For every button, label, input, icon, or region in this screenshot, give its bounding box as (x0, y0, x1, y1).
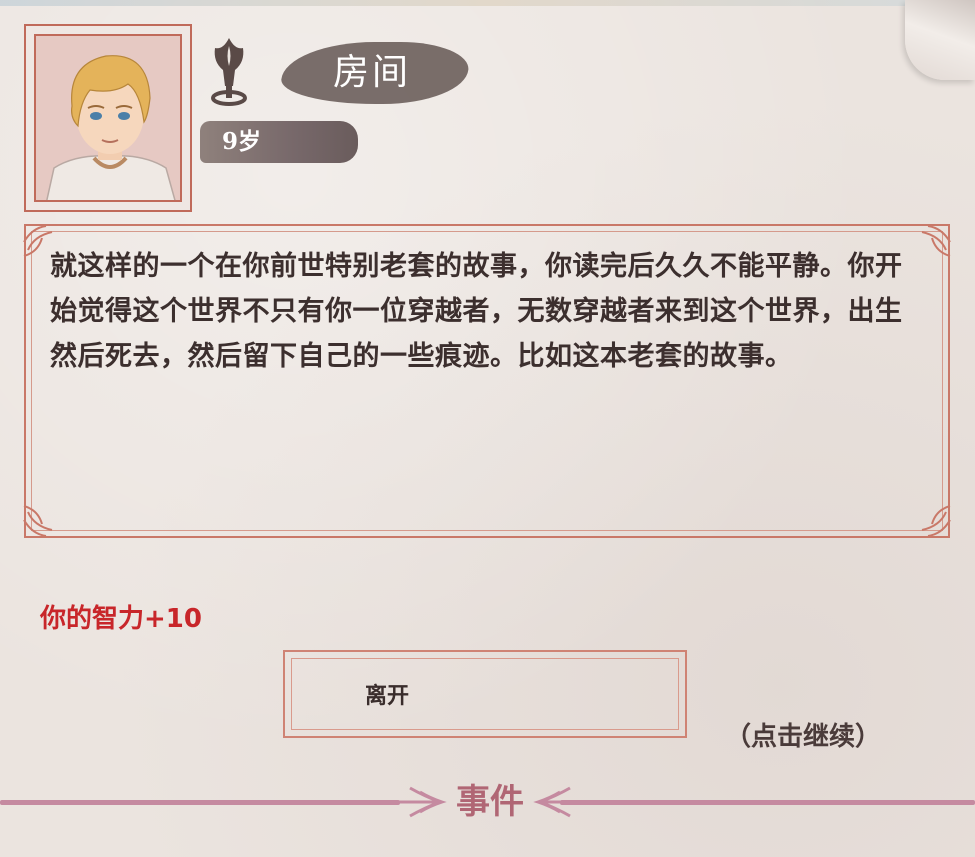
age-label: 9岁 (222, 128, 262, 155)
banner-line-left (0, 800, 400, 805)
banner-line-right (560, 800, 975, 805)
background-edge (0, 0, 975, 6)
portrait-frame (24, 24, 192, 212)
continue-hint[interactable]: （点击继续） (725, 716, 881, 753)
choice-label: 离开 (365, 684, 410, 709)
event-banner-title: 事件 (456, 782, 524, 822)
location-title: 房间 (332, 52, 411, 93)
stat-result-text: 你的智力+10 (40, 604, 202, 634)
flower-emblem-icon (203, 30, 255, 114)
portrait-avatar-icon (34, 34, 182, 202)
event-story-text: 就这样的一个在你前世特别老套的故事，你读完后久久不能平静。你开始觉得这个世界不只… (50, 251, 903, 372)
banner-ornament-right-icon (533, 786, 590, 818)
corner-ornament-icon (921, 505, 951, 537)
leave-choice-button[interactable]: 离开 (283, 650, 687, 738)
corner-ornament-icon (23, 505, 53, 537)
page-curl (905, 0, 975, 80)
